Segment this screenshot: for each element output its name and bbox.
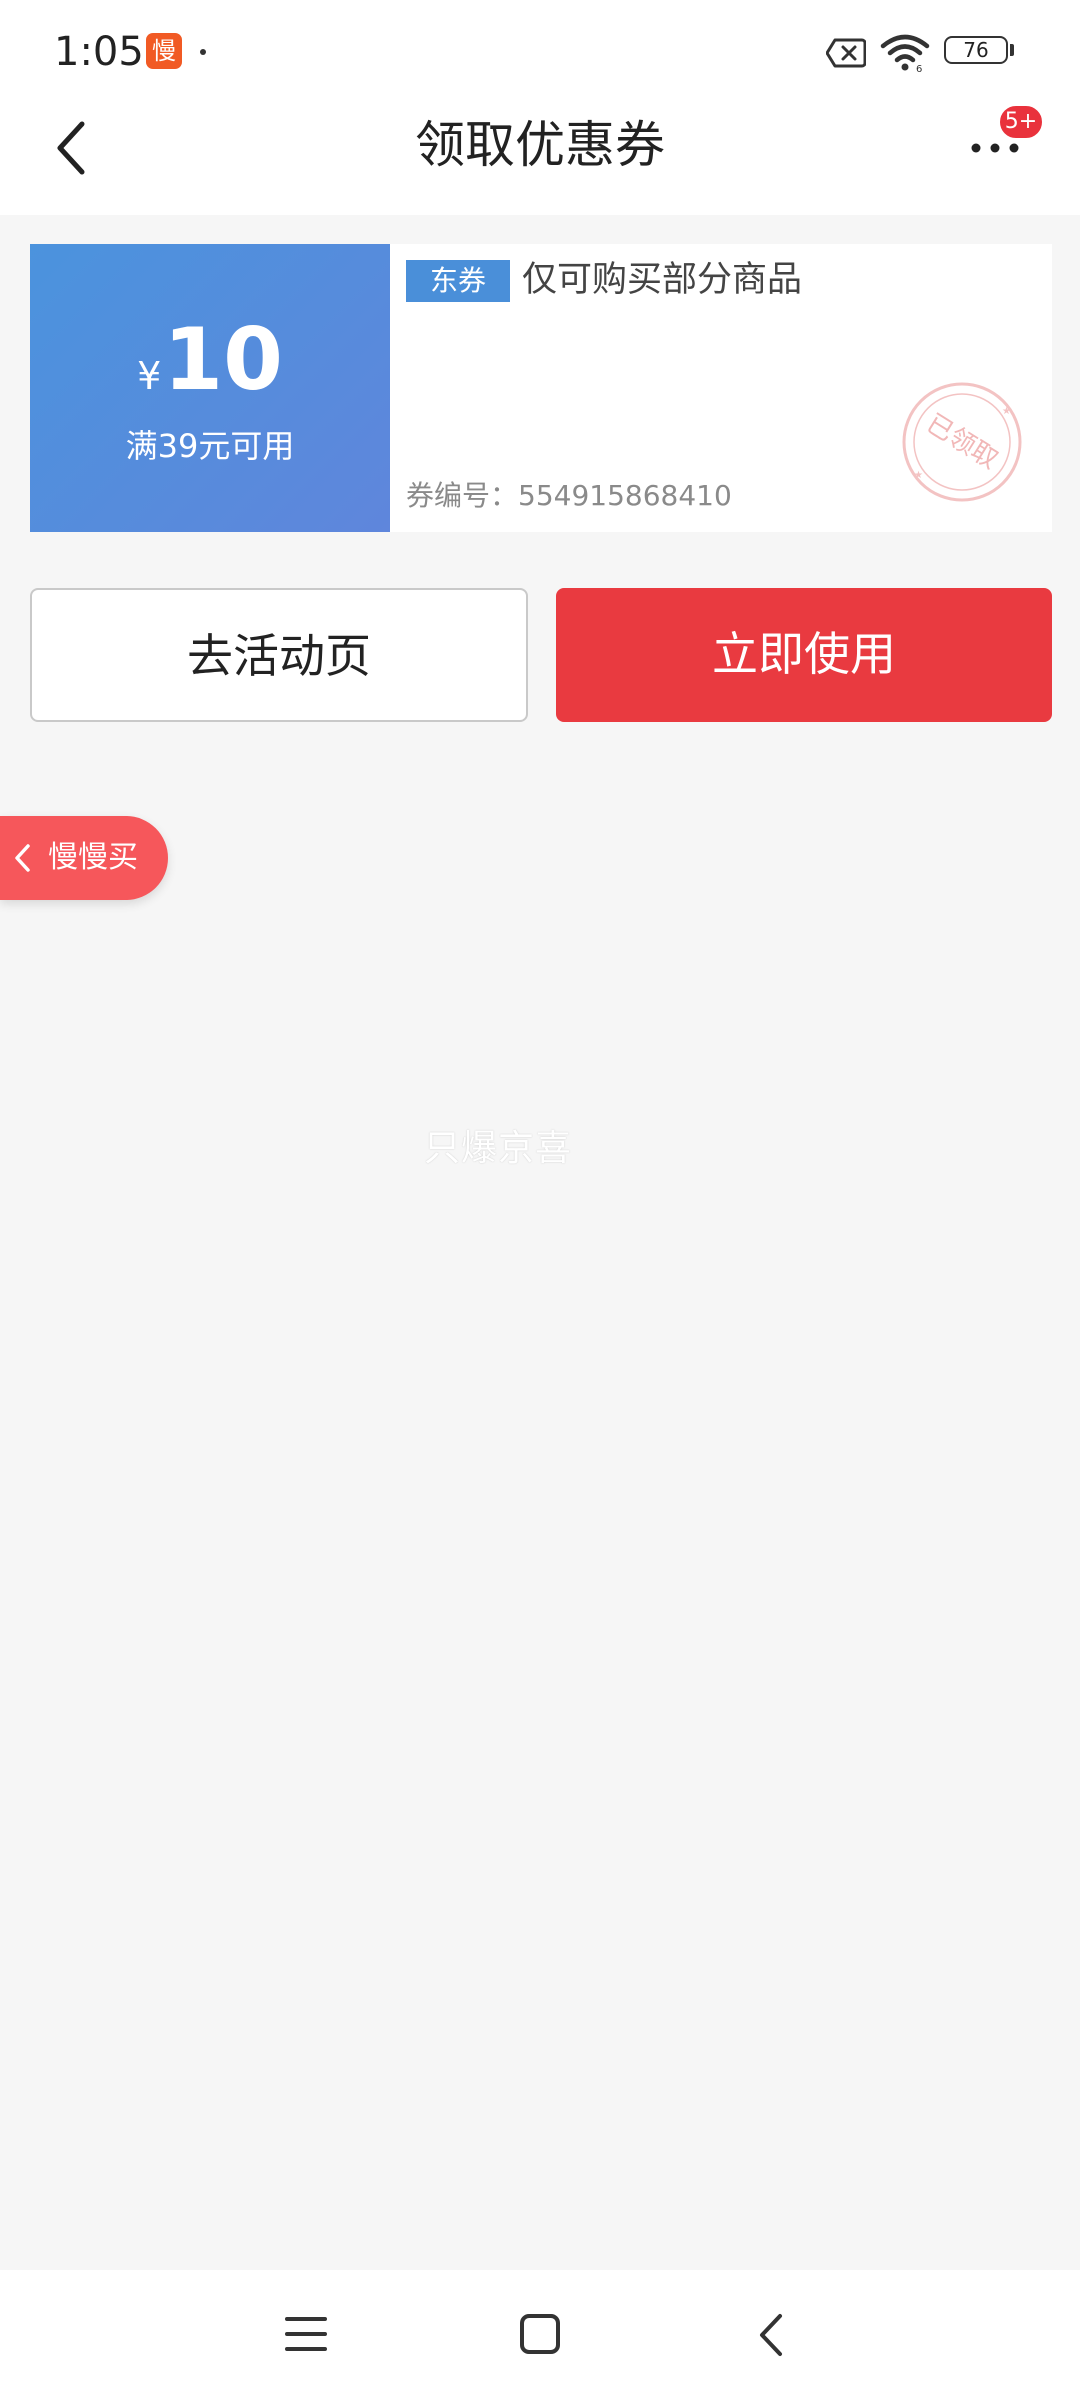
status-time: 1:05 bbox=[54, 29, 144, 75]
float-tab-label: 慢慢买 bbox=[48, 840, 138, 875]
notification-dot-icon bbox=[200, 49, 206, 55]
coupon-condition: 满39元可用 bbox=[125, 427, 295, 465]
coupon-type-tag: 东券 bbox=[406, 260, 510, 302]
manmanmai-float-tab[interactable]: 慢慢买 bbox=[0, 816, 168, 900]
top-bar: 1:05 慢 6 76 领取优惠券 5+ bbox=[0, 0, 1080, 215]
chevron-left-icon bbox=[15, 844, 30, 872]
system-back-icon[interactable] bbox=[756, 2312, 786, 2358]
coupon-description: 仅可购买部分商品 bbox=[522, 260, 803, 300]
coupon-value-panel: ¥10 满39元可用 bbox=[30, 244, 390, 532]
home-icon[interactable] bbox=[518, 2312, 562, 2356]
message-count-badge: 5+ bbox=[998, 104, 1044, 140]
claimed-stamp-icon: ★ ★ 已领取 bbox=[902, 382, 1022, 502]
coupon-value: 10 bbox=[163, 310, 283, 410]
stamp-star-2: ★ bbox=[914, 470, 923, 481]
watermark-text: 只爆京喜 bbox=[424, 1128, 573, 1169]
stamp-text: 已领取 bbox=[921, 409, 1003, 476]
svg-text:6: 6 bbox=[916, 64, 922, 72]
app-notification-icon: 慢 bbox=[146, 33, 182, 69]
stamp-star: ★ bbox=[1002, 406, 1011, 417]
coupon-code: 券编号：554915868410 bbox=[406, 479, 732, 512]
battery-icon: 76 bbox=[944, 36, 1014, 68]
wifi-icon: 6 bbox=[880, 34, 930, 72]
go-to-activity-button[interactable]: 去活动页 bbox=[30, 588, 528, 722]
coupon-amount: ¥10 bbox=[30, 310, 390, 434]
use-now-button[interactable]: 立即使用 bbox=[556, 588, 1052, 722]
page-title: 领取优惠券 bbox=[415, 116, 665, 174]
system-navigation-bar bbox=[0, 2270, 1080, 2400]
battery-cap bbox=[1010, 44, 1014, 56]
no-sim-icon bbox=[826, 38, 866, 68]
recent-apps-icon[interactable] bbox=[284, 2314, 328, 2354]
coupon-card[interactable]: ¥10 满39元可用 东券 仅可购买部分商品 券编号：554915868410 … bbox=[30, 244, 1052, 532]
battery-level-text: 76 bbox=[963, 38, 989, 62]
coupon-currency: ¥ bbox=[137, 354, 162, 398]
